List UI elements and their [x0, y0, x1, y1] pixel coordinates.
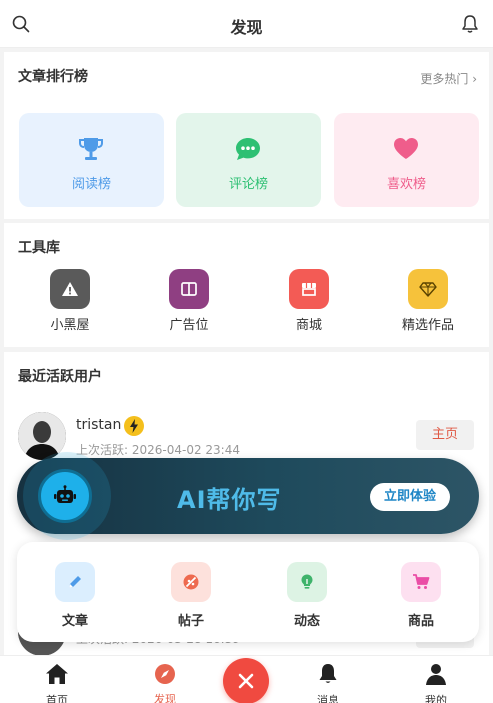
- tool-ad-slot-icon-box: [169, 269, 209, 309]
- tools-section: 工具库 小黑屋 广告位 商城 精选作品: [4, 223, 489, 347]
- active-users-title: 最近活跃用户: [18, 369, 102, 385]
- rank-tile-read-label: 阅读榜: [71, 177, 111, 192]
- tab-messages[interactable]: 消息: [298, 662, 358, 703]
- robot-icon: [38, 469, 92, 523]
- store-icon: [302, 283, 316, 296]
- tool-blacklist-label: 小黑屋: [50, 318, 90, 333]
- compass-icon: [155, 664, 175, 684]
- close-compose-button[interactable]: [223, 658, 269, 703]
- compose-product-label: 商品: [407, 614, 434, 629]
- compose-moment[interactable]: 动态: [272, 562, 342, 629]
- compose-post[interactable]: 帖子: [156, 562, 226, 629]
- ranking-section: 文章排行榜 更多热门 › 阅读榜 评论榜 喜欢榜: [4, 52, 489, 219]
- compose-article-label: 文章: [61, 614, 88, 629]
- page-title: 发现: [230, 18, 263, 37]
- lightning-badge-icon: [124, 416, 144, 436]
- tool-featured-label: 精选作品: [401, 318, 454, 333]
- tool-ad-slot-label: 广告位: [169, 318, 209, 333]
- tab-discover-label: 发现: [154, 693, 176, 703]
- more-hot-label: 更多热门: [420, 72, 469, 86]
- user-home-button[interactable]: 主页: [416, 420, 474, 450]
- compose-post-label: 帖子: [177, 614, 204, 629]
- lightbulb-icon: [301, 574, 313, 589]
- compose-panel: 文章 帖子 动态 商品: [17, 542, 479, 642]
- ai-write-text: AI帮你写: [177, 486, 282, 514]
- rank-tile-read[interactable]: 阅读榜: [19, 113, 164, 207]
- ban-icon: [183, 574, 199, 590]
- rank-tile-like-label: 喜欢榜: [386, 177, 426, 192]
- bell-icon: [319, 664, 337, 683]
- user-icon: [426, 664, 446, 685]
- tool-blacklist-icon-box: [50, 269, 90, 309]
- close-icon: [238, 673, 254, 689]
- rank-tile-comment[interactable]: 评论榜: [176, 113, 321, 207]
- heart-icon: [394, 138, 418, 159]
- home-icon: [46, 664, 68, 684]
- tool-featured[interactable]: 精选作品: [373, 269, 483, 333]
- diamond-icon: [419, 282, 437, 297]
- tab-discover[interactable]: 发现: [135, 662, 195, 703]
- tool-store-icon-box: [289, 269, 329, 309]
- compose-article-icon-box: [55, 562, 95, 602]
- compose-post-icon-box: [171, 562, 211, 602]
- try-now-button[interactable]: 立即体验: [370, 483, 450, 511]
- book-icon: [181, 282, 197, 296]
- tab-home[interactable]: 首页: [27, 662, 87, 703]
- tab-messages-label: 消息: [317, 694, 339, 703]
- tab-profile-label: 我的: [425, 694, 447, 703]
- trophy-icon: [79, 138, 103, 160]
- rank-tile-like[interactable]: 喜欢榜: [334, 113, 479, 207]
- tool-featured-icon-box: [408, 269, 448, 309]
- comment-icon: [236, 138, 260, 160]
- tool-store-label: 商城: [295, 318, 322, 333]
- tool-blacklist[interactable]: 小黑屋: [15, 269, 125, 333]
- tools-title: 工具库: [18, 240, 60, 256]
- tab-profile[interactable]: 我的: [406, 662, 466, 703]
- compose-moment-icon-box: [287, 562, 327, 602]
- tool-ad-slot[interactable]: 广告位: [134, 269, 244, 333]
- user-name[interactable]: tristan: [76, 417, 121, 433]
- last-active-time: 上次活跃: 2026-04-02 23:44: [76, 443, 240, 457]
- top-header: 发现: [0, 0, 493, 48]
- ai-write-banner[interactable]: AI帮你写 立即体验: [17, 452, 479, 540]
- tab-home-label: 首页: [46, 694, 68, 703]
- warning-icon: [62, 282, 78, 296]
- ranking-title: 文章排行榜: [18, 69, 88, 85]
- notification-bell-icon[interactable]: [461, 14, 479, 34]
- more-hot-link[interactable]: 更多热门 ›: [420, 70, 477, 87]
- compose-product[interactable]: 商品: [386, 562, 456, 629]
- chevron-right-icon: ›: [472, 72, 477, 86]
- pencil-icon: [69, 576, 81, 588]
- cart-icon: [413, 574, 430, 589]
- rank-tile-comment-label: 评论榜: [228, 177, 268, 192]
- compose-article[interactable]: 文章: [40, 562, 110, 629]
- compose-moment-label: 动态: [293, 614, 320, 629]
- compose-product-icon-box: [401, 562, 441, 602]
- tool-store[interactable]: 商城: [254, 269, 364, 333]
